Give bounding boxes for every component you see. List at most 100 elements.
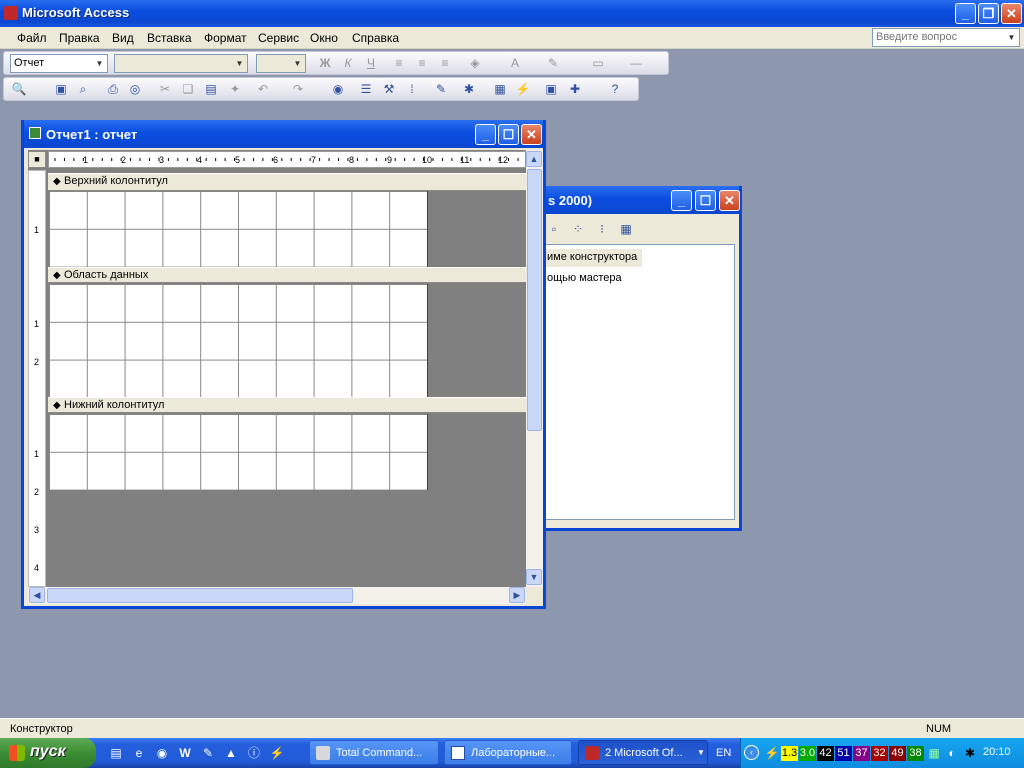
code-icon[interactable]: ✱ <box>460 80 478 98</box>
tray-counter[interactable]: 49 <box>889 746 906 761</box>
access-icon[interactable]: ✎ <box>199 744 217 762</box>
report-maximize-button[interactable]: ☐ <box>498 124 519 145</box>
italic-icon[interactable]: К <box>339 54 357 72</box>
copy-icon[interactable]: ❏ <box>179 80 197 98</box>
task-total-commander[interactable]: Total Command... <box>309 740 439 765</box>
info-icon[interactable]: ⓘ <box>245 744 263 762</box>
ask-question-input[interactable]: Введите вопрос ▼ <box>872 28 1020 47</box>
scroll-up-button[interactable]: ▲ <box>526 151 542 167</box>
detail-grid[interactable] <box>49 284 428 397</box>
clock[interactable]: 20:10 <box>983 746 1011 758</box>
new-object-icon[interactable]: ✚ <box>566 80 584 98</box>
align-left-icon[interactable]: ≡ <box>390 54 408 72</box>
menu-view[interactable]: Вид <box>112 31 134 45</box>
section-bar-page-footer[interactable]: ◆ Нижний колонтитул <box>48 397 526 413</box>
menu-edit[interactable]: Правка <box>59 31 100 45</box>
start-button[interactable]: пуск <box>0 738 96 768</box>
tray-counter[interactable]: 1.3 <box>781 746 798 761</box>
vertical-scroll-thumb[interactable] <box>527 169 542 431</box>
menu-help[interactable]: Справка <box>352 31 399 45</box>
scroll-right-button[interactable]: ▶ <box>509 587 525 603</box>
save-icon[interactable]: ▣ <box>52 80 70 98</box>
tray-counter[interactable]: 3.0 <box>799 746 816 761</box>
database-window-icon[interactable]: ▣ <box>542 80 560 98</box>
tray-counter[interactable]: 38 <box>907 746 924 761</box>
tray-counter[interactable]: 42 <box>817 746 834 761</box>
list-item-create-wizard[interactable]: ощью мастера <box>546 271 642 287</box>
chevron-down-icon[interactable]: ▼ <box>291 56 304 71</box>
menu-format[interactable]: Формат <box>204 31 247 45</box>
align-center-icon[interactable]: ≡ <box>413 54 431 72</box>
font-color-icon[interactable]: А <box>506 54 524 72</box>
chevron-down-icon[interactable]: ▼ <box>93 56 106 71</box>
border-icon[interactable]: ▭ <box>589 54 607 72</box>
view-icon[interactable]: 🔍 <box>10 80 28 98</box>
db-close-button[interactable]: ✕ <box>719 190 740 211</box>
fill-color-icon[interactable]: ◈ <box>466 54 484 72</box>
section-bar-page-header[interactable]: ◆ Верхний колонтитул <box>48 173 526 191</box>
lightning-icon[interactable]: ⚡ <box>268 744 286 762</box>
list-icon[interactable]: ⁝ <box>593 220 611 238</box>
db-maximize-button[interactable]: ☐ <box>695 190 716 211</box>
cut-icon[interactable]: ✂ <box>156 80 174 98</box>
chevron-down-icon[interactable]: ▼ <box>1005 30 1018 45</box>
print-icon[interactable]: ⎙ <box>104 80 122 98</box>
tray-app-icon[interactable]: ⚡ <box>763 744 781 762</box>
minimize-button[interactable]: _ <box>955 3 976 24</box>
horizontal-scrollbar[interactable]: ◀ ▶ <box>28 587 526 604</box>
autoformat-icon[interactable]: ✎ <box>432 80 450 98</box>
horizontal-scroll-thumb[interactable] <box>47 588 353 603</box>
hyperlink-icon[interactable]: ◉ <box>329 80 347 98</box>
tray-counter[interactable]: 51 <box>835 746 852 761</box>
page-header-grid[interactable] <box>49 191 428 267</box>
menu-insert[interactable]: Вставка <box>147 31 192 45</box>
small-icons-icon[interactable]: ⁘ <box>569 220 587 238</box>
tray-expand-icon[interactable]: ‹ <box>744 745 759 760</box>
vertical-scrollbar[interactable]: ▲ ▼ <box>526 150 543 587</box>
ie-icon[interactable]: e <box>130 744 148 762</box>
scroll-left-button[interactable]: ◀ <box>29 587 45 603</box>
scroll-down-button[interactable]: ▼ <box>526 569 542 585</box>
redo-icon[interactable]: ↷ <box>289 80 307 98</box>
paste-icon[interactable]: ▤ <box>202 80 220 98</box>
help-icon[interactable]: ? <box>606 80 624 98</box>
details-icon[interactable]: ▦ <box>617 220 635 238</box>
undo-icon[interactable]: ↶ <box>254 80 272 98</box>
db-minimize-button[interactable]: _ <box>671 190 692 211</box>
properties-icon[interactable]: ▦ <box>491 80 509 98</box>
close-button[interactable]: ✕ <box>1001 3 1022 24</box>
tray-sound-icon[interactable]: ◐ <box>943 744 961 762</box>
sorting-grouping-icon[interactable]: ⁞ <box>403 80 421 98</box>
format-painter-icon[interactable]: ✦ <box>226 80 244 98</box>
report-close-button[interactable]: ✕ <box>521 124 542 145</box>
line-width-icon[interactable]: — <box>627 54 645 72</box>
bold-icon[interactable]: Ж <box>316 54 334 72</box>
report-selector-box[interactable]: ■ <box>28 151 46 168</box>
underline-icon[interactable]: Ч <box>362 54 380 72</box>
report-minimize-button[interactable]: _ <box>475 124 496 145</box>
tray-counter[interactable]: 37 <box>853 746 870 761</box>
chevron-down-icon[interactable]: ▼ <box>697 748 705 757</box>
line-color-icon[interactable]: ✎ <box>544 54 562 72</box>
tray-counter[interactable]: 32 <box>871 746 888 761</box>
section-bar-detail[interactable]: ◆ Область данных <box>48 267 526 283</box>
font-size-combo[interactable]: ▼ <box>256 54 306 73</box>
list-item-create-design[interactable]: име конструктора <box>546 249 642 267</box>
task-word-document[interactable]: Лабораторные... <box>444 740 572 765</box>
field-list-icon[interactable]: ☰ <box>357 80 375 98</box>
page-footer-grid[interactable] <box>49 414 428 490</box>
quicklaunch-icon[interactable]: ▤ <box>107 744 125 762</box>
menu-tools[interactable]: Сервис <box>258 31 299 45</box>
tray-network-icon[interactable]: ▦ <box>925 744 943 762</box>
restore-button[interactable]: ❐ <box>978 3 999 24</box>
chevron-down-icon[interactable]: ▼ <box>233 56 246 71</box>
language-indicator[interactable]: EN <box>716 747 731 759</box>
align-right-icon[interactable]: ≡ <box>436 54 454 72</box>
opera-icon[interactable]: ◉ <box>153 744 171 762</box>
tray-spider-icon[interactable]: ✱ <box>961 744 979 762</box>
app-icon[interactable]: ▲ <box>222 744 240 762</box>
large-icons-icon[interactable]: ▫ <box>545 220 563 238</box>
word-icon[interactable]: W <box>176 744 194 762</box>
object-combo[interactable]: Отчет ▼ <box>10 54 108 73</box>
menu-window[interactable]: Окно <box>310 31 338 45</box>
